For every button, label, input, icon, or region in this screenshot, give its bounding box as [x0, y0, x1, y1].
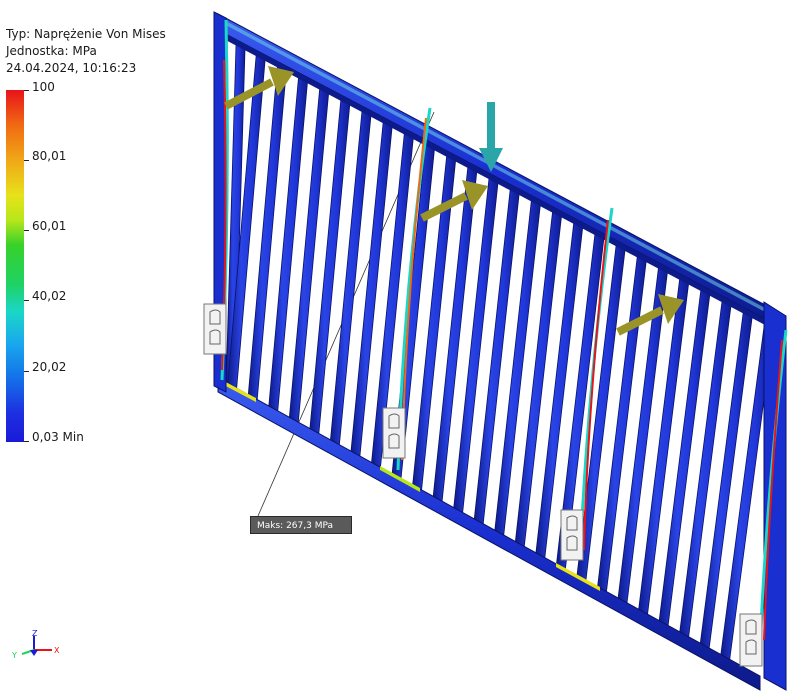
frame-slat	[452, 164, 500, 516]
y-axis-label: Y	[11, 651, 17, 660]
force-arrow-2	[420, 180, 488, 222]
max-stress-callout: Maks: 267,3 MPa	[250, 516, 352, 534]
hinge-right	[739, 613, 763, 667]
hinge-mid-1	[382, 407, 406, 459]
triad-origin-icon	[30, 650, 38, 656]
hinge-left	[203, 303, 227, 355]
frame-slat	[514, 199, 564, 550]
x-axis-label: X	[54, 646, 60, 655]
frame-slat	[473, 176, 522, 528]
frame-slats	[225, 25, 775, 663]
axis-triad[interactable]: Z X Y	[8, 628, 68, 668]
frame-slat	[535, 211, 585, 561]
fea-model-viewport[interactable]	[0, 0, 799, 699]
z-axis-label: Z	[32, 629, 38, 638]
hinge-mid-2	[560, 509, 584, 561]
frame-slat	[494, 187, 543, 539]
